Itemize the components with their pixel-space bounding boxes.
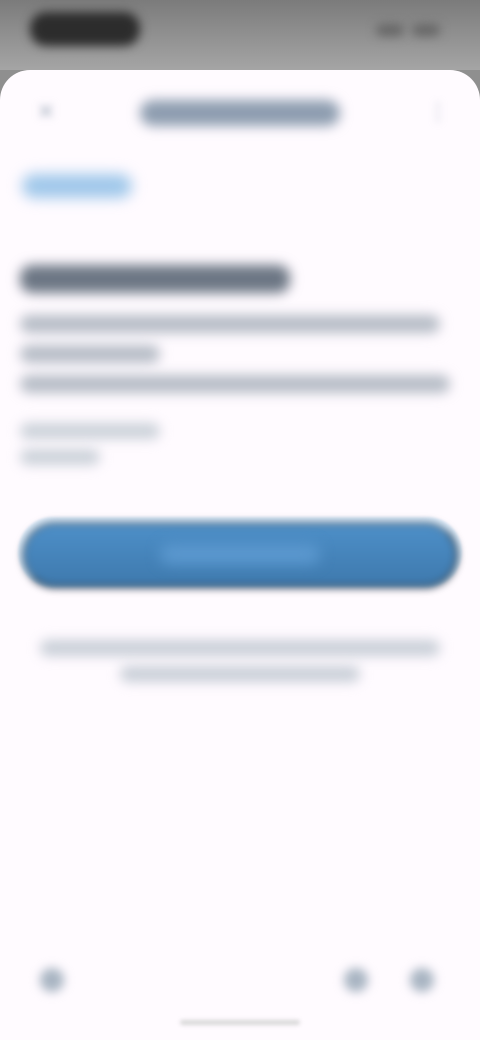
status-indicator (412, 24, 440, 36)
back-link[interactable] (22, 174, 132, 198)
status-time (30, 12, 140, 46)
footer-note (40, 640, 440, 692)
bottom-toolbar (0, 950, 480, 1010)
primary-button-label (160, 544, 320, 564)
status-bar (0, 0, 480, 70)
more-icon[interactable]: ⋮ (426, 100, 450, 124)
body-text-line (20, 315, 440, 333)
footer-text-line (120, 666, 360, 682)
main-content (20, 265, 460, 475)
helper-text-line (20, 423, 160, 439)
home-indicator[interactable] (180, 1020, 300, 1025)
back-icon[interactable] (40, 968, 64, 992)
page-title (20, 265, 290, 293)
modal-sheet: ✕ ⋮ (0, 70, 480, 1040)
sheet-title (140, 100, 340, 126)
menu-icon[interactable] (410, 968, 434, 992)
tab-icon[interactable] (344, 968, 368, 992)
body-text-line (20, 345, 160, 363)
footer-text-line (40, 640, 440, 656)
body-text-line (20, 375, 450, 393)
status-icons (376, 24, 440, 36)
sheet-header: ✕ ⋮ (0, 70, 480, 160)
status-indicator (376, 24, 404, 36)
device-screen: ✕ ⋮ (0, 0, 480, 1040)
helper-text-line (20, 449, 100, 465)
close-icon[interactable]: ✕ (34, 100, 58, 124)
